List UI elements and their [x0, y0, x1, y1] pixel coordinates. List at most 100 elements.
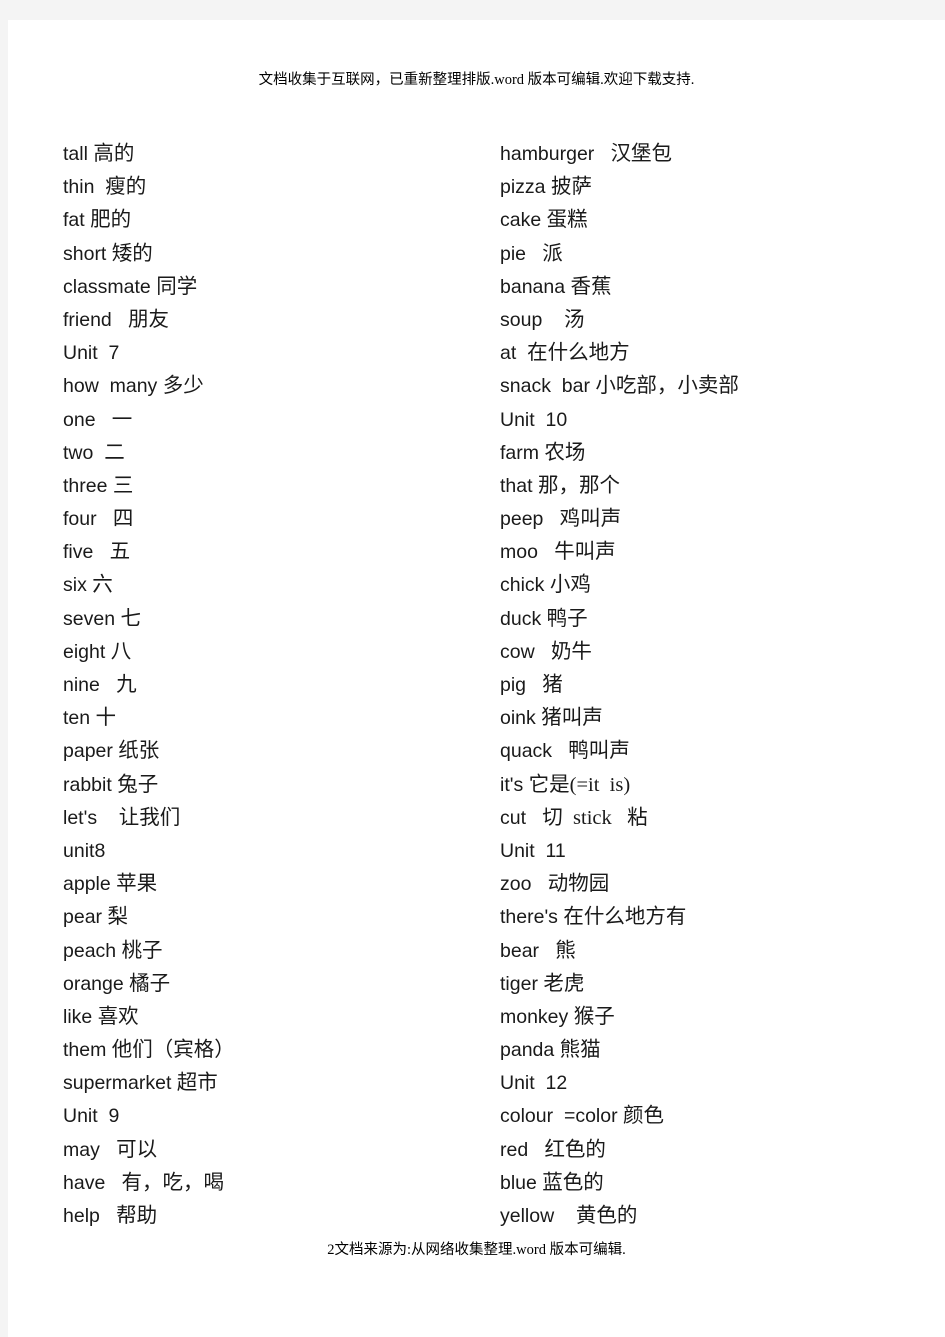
word-entry-chinese: 汉堡包: [610, 143, 673, 165]
word-entry-english: short: [63, 242, 112, 265]
word-entry-english: one: [63, 408, 112, 431]
word-entry-chinese: 猪叫声: [541, 707, 603, 730]
word-entry-english: oink: [500, 707, 542, 730]
word-entry: three 三: [63, 470, 483, 503]
word-entry: pie 派: [500, 238, 930, 271]
word-entry-chinese: 蓝色的: [542, 1171, 604, 1194]
word-entry-english: cut: [500, 806, 543, 829]
word-entry-english: supermarket: [63, 1072, 177, 1095]
word-entry: bear 熊: [500, 935, 930, 968]
word-entry-english: Unit 12: [500, 1072, 568, 1095]
word-entry: short 矮的: [63, 238, 483, 271]
word-entry-chinese: 鸭子: [546, 607, 588, 630]
word-entry-english: quack: [500, 740, 569, 763]
word-entry-english: pie: [500, 242, 543, 265]
word-entry: snack bar 小吃部，小卖部: [500, 370, 930, 403]
word-entry-chinese: 它是(=it is): [528, 773, 631, 796]
word-entry: colour =color 颜色: [500, 1100, 930, 1133]
word-entry-english: zoo: [500, 873, 548, 896]
word-entry-english: monkey: [500, 1005, 574, 1028]
word-entry-english: have: [63, 1171, 122, 1194]
word-entry-english: six: [63, 574, 93, 597]
word-entry: peep 鸡叫声: [500, 503, 930, 536]
word-entry: pig 猪: [500, 669, 930, 702]
word-entry: farm 农场: [500, 437, 930, 470]
word-entry-chinese: 猪: [542, 674, 563, 696]
word-entry-english: paper: [63, 740, 119, 763]
word-entry: hamburger 汉堡包: [500, 138, 930, 171]
word-entry-english: like: [63, 1005, 98, 1028]
word-entry: supermarket 超市: [63, 1067, 483, 1100]
word-entry-english: chick: [500, 574, 550, 597]
word-entry-english: Unit 10: [500, 408, 568, 431]
word-entry-chinese: 喜欢: [97, 1005, 139, 1028]
word-entry-english: tall: [63, 143, 94, 165]
word-entry: them 他们（宾格）: [63, 1034, 483, 1067]
word-entry: five 五: [63, 536, 483, 569]
word-entry-english: banana: [500, 275, 571, 298]
word-entry-english: blue: [500, 1171, 543, 1194]
word-entry: banana 香蕉: [500, 271, 930, 304]
document-footer-note: 2文档来源为:从网络收集整理.word 版本可编辑.: [327, 1241, 626, 1258]
word-entry: tall 高的: [63, 138, 483, 171]
word-entry-chinese: 小吃部，小卖部: [595, 375, 739, 398]
word-column-left: tall 高的 thin 瘦的 fat 肥的 short 矮的 classmate 同学…: [63, 138, 483, 1233]
word-entry-english: classmate: [63, 275, 157, 298]
word-entry-chinese: 有，吃，喝: [121, 1171, 225, 1194]
word-entry-chinese: 派: [542, 242, 563, 265]
word-entry: rabbit 兔子: [63, 769, 483, 802]
word-entry-english: bear: [500, 939, 556, 962]
word-entry-chinese: 五: [109, 541, 131, 564]
word-entry: friend 朋友: [63, 304, 483, 337]
word-entry-english: let's: [63, 806, 119, 829]
word-entry-english: orange: [63, 972, 130, 995]
word-entry-english: unit8: [63, 839, 106, 862]
word-entry: quack 鸭叫声: [500, 735, 930, 768]
word-entry-chinese: 二: [104, 441, 125, 464]
word-entry-english: hamburger: [500, 143, 611, 165]
word-entry-english: colour =color: [500, 1105, 624, 1128]
word-entry: Unit 11: [500, 835, 930, 868]
word-entry: peach 桃子: [63, 935, 483, 968]
word-entry-english: panda: [500, 1039, 560, 1062]
word-entry-chinese: 四: [112, 508, 134, 531]
word-entry-english: farm: [500, 441, 545, 464]
word-entry-english: may: [63, 1138, 117, 1161]
word-entry: cake 蛋糕: [500, 204, 930, 237]
word-entry-english: nine: [63, 674, 117, 696]
word-entry-english: Unit 9: [63, 1105, 120, 1128]
word-entry-chinese: 动物园: [547, 873, 610, 896]
word-entry: two 二: [63, 437, 483, 470]
word-entry-english: friend: [63, 308, 129, 331]
word-entry-english: how many: [63, 375, 163, 398]
word-entry-english: cow: [500, 640, 551, 663]
word-entry-chinese: 七: [120, 607, 141, 630]
word-entry: Unit 7: [63, 337, 483, 370]
word-entry-english: seven: [63, 607, 121, 630]
word-entry-chinese: 帮助: [116, 1205, 158, 1227]
word-entry-english: red: [500, 1138, 545, 1161]
word-entry-chinese: 苹果: [116, 873, 158, 896]
word-entry: moo 牛叫声: [500, 536, 930, 569]
word-entry-english: it's: [500, 773, 529, 796]
word-entry-chinese: 肥的: [90, 209, 132, 232]
word-entry-english: four: [63, 508, 113, 531]
word-entry-chinese: 鸭叫声: [568, 740, 630, 763]
word-entry-english: eight: [63, 640, 111, 663]
word-entry-chinese: 熊: [555, 939, 576, 962]
word-entry-english: pizza: [500, 176, 551, 199]
word-entry-chinese: 熊猫: [559, 1039, 601, 1062]
word-column-right: hamburger 汉堡包 pizza 披萨 cake 蛋糕 pie 派 banana …: [500, 138, 930, 1233]
word-entry-chinese: 超市: [176, 1072, 218, 1095]
word-entry-english: there's: [500, 906, 564, 929]
word-entry: panda 熊猫: [500, 1034, 930, 1067]
word-entry-english: Unit 11: [500, 839, 566, 862]
word-entry: zoo 动物园: [500, 868, 930, 901]
word-entry-chinese: 梨: [107, 906, 128, 929]
word-entry: blue 蓝色的: [500, 1167, 930, 1200]
word-entry-chinese: 颜色: [623, 1105, 665, 1128]
word-entry-english: three: [63, 474, 113, 497]
word-entry-chinese: 兔子: [117, 773, 159, 796]
word-entry: let's 让我们: [63, 802, 483, 835]
word-entry: pizza 披萨: [500, 171, 930, 204]
